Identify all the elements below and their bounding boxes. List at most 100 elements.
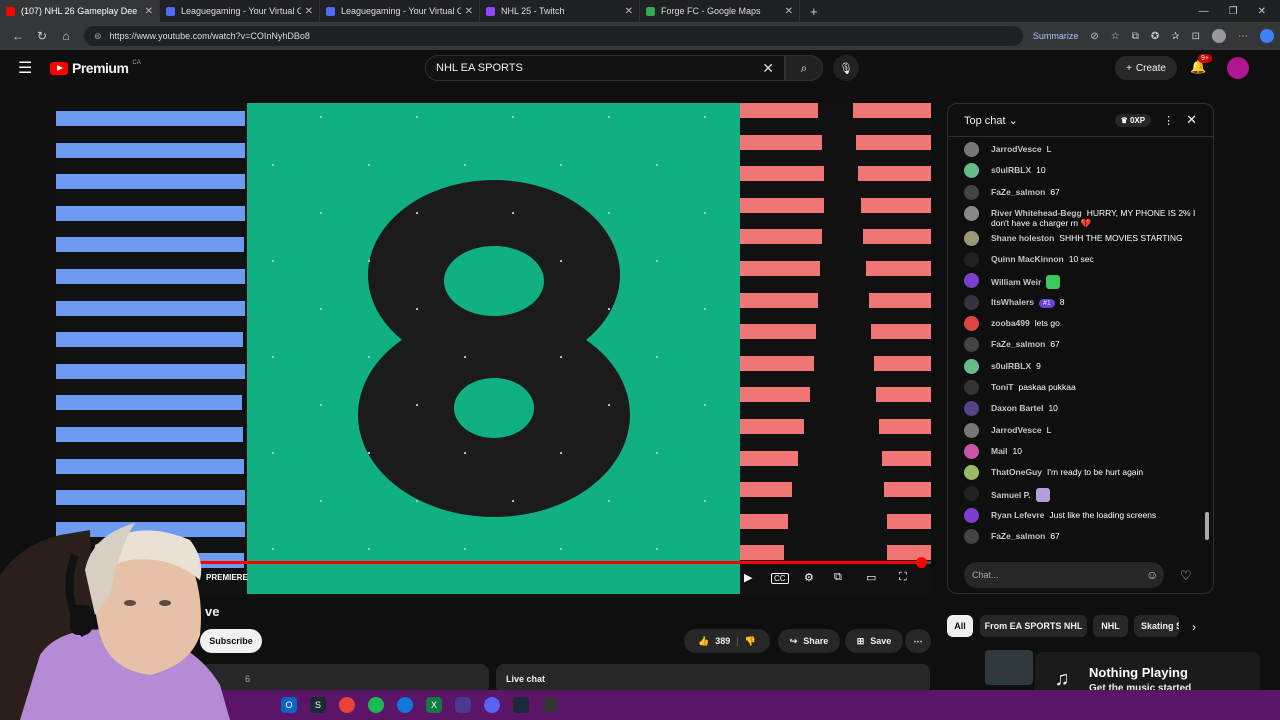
chat-message[interactable]: Samuel P.	[964, 484, 1210, 505]
chat-avatar[interactable]	[964, 294, 979, 310]
close-icon[interactable]: ✕	[145, 6, 153, 17]
miniplayer-icon[interactable]: ⧉	[834, 571, 842, 584]
chat-author[interactable]: JarrodVesce	[991, 425, 1042, 435]
reader-icon[interactable]: ⊘	[1090, 31, 1098, 42]
like-count[interactable]: 389	[715, 636, 730, 646]
chat-message[interactable]: s0ulRBLX 9	[964, 357, 1210, 378]
scrollbar-thumb[interactable]	[1205, 512, 1209, 540]
chat-input[interactable]: Chat...	[964, 562, 1164, 588]
search-button[interactable]: ⌕	[785, 55, 823, 81]
summarize-button[interactable]: Summarize	[1033, 31, 1079, 41]
chat-message[interactable]: Ryan Lefevre Just like the loading screen…	[964, 506, 1210, 527]
tab-twitch[interactable]: NHL 25 - Twitch ✕	[480, 0, 640, 22]
chat-author[interactable]: s0ulRBLX	[991, 165, 1031, 175]
chat-scrollbar[interactable]	[1205, 144, 1209, 552]
steam-icon[interactable]: S	[310, 697, 326, 713]
chat-avatar[interactable]	[964, 184, 979, 200]
chat-avatar[interactable]	[964, 316, 979, 332]
chat-message[interactable]: ItsWhalers #1 8	[964, 293, 1210, 314]
create-button[interactable]: + Create	[1115, 56, 1177, 80]
thumbs-up-icon[interactable]: 👍	[698, 636, 709, 647]
close-chat-icon[interactable]: ✕	[1186, 112, 1197, 128]
chat-author[interactable]: Mail	[991, 446, 1008, 456]
chat-author[interactable]: Samuel P.	[991, 490, 1031, 500]
chat-message[interactable]: ToniT paskaa pukkaa	[964, 378, 1210, 399]
emoji-icon[interactable]: ☺	[1146, 568, 1158, 582]
chrome-icon[interactable]	[339, 697, 355, 713]
home-icon[interactable]: ⌂	[54, 29, 78, 43]
outlook-icon[interactable]: O	[281, 697, 297, 713]
url-field[interactable]: ⊜ https://www.youtube.com/watch?v=COInNy…	[84, 26, 1023, 46]
chat-avatar[interactable]	[964, 230, 979, 246]
sync-icon[interactable]: ✪	[1151, 31, 1159, 42]
close-icon[interactable]: ✕	[625, 6, 633, 17]
chip-nhl[interactable]: NHL	[1093, 615, 1128, 637]
copilot-icon[interactable]	[1260, 29, 1274, 43]
chat-author[interactable]: FaZe_salmon	[991, 187, 1045, 197]
chip-all[interactable]: All	[947, 615, 973, 637]
chat-avatar[interactable]	[964, 507, 979, 523]
chat-author[interactable]: Quinn MacKinnon	[991, 254, 1064, 264]
chat-message[interactable]: William Weir	[964, 271, 1210, 292]
chat-avatar[interactable]	[964, 337, 979, 353]
chat-message[interactable]: Daxon Bartel 10	[964, 399, 1210, 420]
chat-author[interactable]: JarrodVesce	[991, 144, 1042, 154]
chat-avatar[interactable]	[964, 205, 979, 221]
more-vertical-icon[interactable]: ⋮	[1163, 114, 1174, 127]
favorites-icon[interactable]: ✰	[1171, 31, 1179, 42]
notifications-button[interactable]: 🔔 9+	[1190, 54, 1212, 75]
chat-avatar[interactable]	[964, 422, 979, 438]
chat-message[interactable]: FaZe_salmon 67	[964, 183, 1210, 204]
discord-icon[interactable]	[484, 697, 500, 713]
maximize-icon[interactable]: ❐	[1229, 6, 1238, 17]
account-avatar[interactable]	[1227, 57, 1249, 79]
youtube-logo[interactable]: Premium CA	[50, 60, 141, 76]
chat-avatar[interactable]	[964, 379, 979, 395]
chat-message[interactable]: River Whitehead-Begg HURRY, MY PHONE IS 2…	[964, 204, 1210, 229]
chip-from-ea-sports-nhl[interactable]: From EA SPORTS NHL	[980, 615, 1087, 637]
chip-skating[interactable]: Skating S	[1134, 615, 1179, 637]
chat-author[interactable]: Daxon Bartel	[991, 403, 1043, 413]
chat-avatar[interactable]	[964, 142, 979, 157]
chat-message[interactable]: Quinn MacKinnon 10 sec	[964, 250, 1210, 271]
tab-leaguegaming-2[interactable]: Leaguegaming - Your Virtual Care ✕	[320, 0, 480, 22]
close-icon[interactable]: ✕	[785, 6, 793, 17]
extensions-icon[interactable]: ⧉	[1132, 31, 1139, 42]
collections-icon[interactable]: ⊡	[1192, 31, 1200, 42]
top-chat-dropdown[interactable]: Top chat ⌄	[964, 114, 1018, 127]
chevron-right-icon[interactable]: ›	[1192, 620, 1196, 634]
spotify-icon[interactable]	[368, 697, 384, 713]
more-icon[interactable]: ⋯	[1238, 31, 1248, 42]
heart-icon[interactable]: ♡	[1180, 568, 1192, 584]
site-info-icon[interactable]: ⊜	[94, 31, 102, 42]
captions-icon[interactable]: CC	[771, 573, 789, 584]
obs-icon[interactable]	[542, 697, 558, 713]
new-tab-button[interactable]: +	[810, 4, 818, 19]
thumbs-down-icon[interactable]: 👎	[745, 636, 756, 647]
chat-message[interactable]: FaZe_salmon 67	[964, 527, 1210, 548]
chat-avatar[interactable]	[964, 529, 979, 545]
chat-message[interactable]: Shane holeston SHHH THE MOVIES STARTING	[964, 229, 1210, 250]
chat-avatar[interactable]	[964, 273, 979, 289]
chat-author[interactable]: River Whitehead-Begg	[991, 208, 1082, 218]
clear-search-icon[interactable]: ✕	[762, 60, 774, 77]
chat-author[interactable]: ToniT	[991, 382, 1014, 392]
chat-message[interactable]: s0ulRBLX 10	[964, 161, 1210, 182]
chat-avatar[interactable]	[964, 443, 979, 459]
close-icon[interactable]: ✕	[305, 6, 313, 17]
more-actions-button[interactable]: ⋯	[905, 629, 931, 653]
chat-avatar[interactable]	[964, 465, 979, 481]
steam-icon[interactable]	[513, 697, 529, 713]
chat-avatar[interactable]	[964, 401, 979, 417]
xp-badge[interactable]: ♛ 0XP	[1114, 113, 1152, 127]
hamburger-menu-icon[interactable]: ☰	[18, 58, 50, 78]
edge-icon[interactable]	[397, 697, 413, 713]
tab-youtube[interactable]: (107) NHL 26 Gameplay Dee ✕	[0, 0, 160, 22]
chat-message[interactable]: FaZe_salmon 67	[964, 335, 1210, 356]
reload-icon[interactable]: ↻	[30, 29, 54, 43]
chat-avatar[interactable]	[964, 486, 979, 502]
chat-message[interactable]: JarrodVesce L	[964, 140, 1210, 161]
back-icon[interactable]: ←	[6, 29, 30, 43]
tab-leaguegaming-1[interactable]: Leaguegaming - Your Virtual Care ✕	[160, 0, 320, 22]
chat-avatar[interactable]	[964, 358, 979, 374]
